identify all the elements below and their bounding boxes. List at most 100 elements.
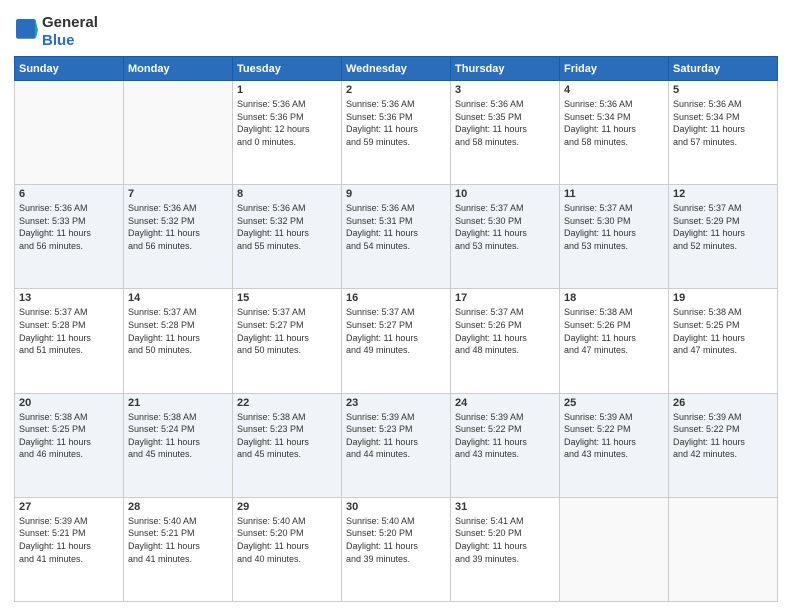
day-info: Sunrise: 5:38 AM Sunset: 5:25 PM Dayligh… [19, 411, 119, 461]
day-number: 6 [19, 188, 119, 200]
calendar-table: SundayMondayTuesdayWednesdayThursdayFrid… [14, 56, 778, 602]
calendar-cell: 12Sunrise: 5:37 AM Sunset: 5:29 PM Dayli… [669, 185, 778, 289]
day-number: 30 [346, 501, 446, 513]
calendar-cell: 30 Sunrise: 5:40 AM Sunset: 5:20 PM Dayli… [342, 497, 451, 601]
calendar-cell [15, 81, 124, 185]
calendar-week-row: 13 Sunrise: 5:37 AM Sunset: 5:28 PM Dayli… [15, 289, 778, 393]
day-info: Sunrise: 5:37 AM Sunset: 5:30 PM Dayligh… [564, 202, 664, 252]
day-info: Sunrise: 5:41 AM Sunset: 5:20 PM Dayligh… [455, 515, 555, 565]
calendar-cell: 19 Sunrise: 5:38 AM Sunset: 5:25 PM Dayli… [669, 289, 778, 393]
day-number: 19 [673, 292, 773, 304]
day-info: Sunrise: 5:36 AM Sunset: 5:34 PM Dayligh… [564, 98, 664, 148]
day-number: 22 [237, 397, 337, 409]
day-info: Sunrise: 5:38 AM Sunset: 5:26 PM Dayligh… [564, 306, 664, 356]
day-number: 26 [673, 397, 773, 409]
day-info: Sunrise: 5:36 AM Sunset: 5:32 PM Dayligh… [128, 202, 228, 252]
calendar-cell [669, 497, 778, 601]
calendar-cell: 11Sunrise: 5:37 AM Sunset: 5:30 PM Dayli… [560, 185, 669, 289]
day-info: Sunrise: 5:36 AM Sunset: 5:34 PM Dayligh… [673, 98, 773, 148]
day-info: Sunrise: 5:39 AM Sunset: 5:22 PM Dayligh… [564, 411, 664, 461]
day-number: 31 [455, 501, 555, 513]
day-number: 4 [564, 84, 664, 96]
day-info: Sunrise: 5:40 AM Sunset: 5:20 PM Dayligh… [346, 515, 446, 565]
weekday-header-friday: Friday [560, 57, 669, 81]
calendar-cell: 8 Sunrise: 5:36 AM Sunset: 5:32 PM Daylig… [233, 185, 342, 289]
calendar-cell: 18 Sunrise: 5:38 AM Sunset: 5:26 PM Dayli… [560, 289, 669, 393]
calendar-cell [124, 81, 233, 185]
calendar-cell: 23 Sunrise: 5:39 AM Sunset: 5:23 PM Dayli… [342, 393, 451, 497]
calendar-header-row: SundayMondayTuesdayWednesdayThursdayFrid… [15, 57, 778, 81]
day-number: 14 [128, 292, 228, 304]
day-number: 17 [455, 292, 555, 304]
calendar-cell: 21Sunrise: 5:38 AM Sunset: 5:24 PM Dayli… [124, 393, 233, 497]
day-info: Sunrise: 5:40 AM Sunset: 5:20 PM Dayligh… [237, 515, 337, 565]
day-number: 7 [128, 188, 228, 200]
calendar-cell: 24 Sunrise: 5:39 AM Sunset: 5:22 PM Dayli… [451, 393, 560, 497]
day-number: 23 [346, 397, 446, 409]
calendar-cell: 16 Sunrise: 5:37 AM Sunset: 5:27 PM Dayli… [342, 289, 451, 393]
day-number: 20 [19, 397, 119, 409]
day-number: 13 [19, 292, 119, 304]
calendar-week-row: 20 Sunrise: 5:38 AM Sunset: 5:25 PM Dayli… [15, 393, 778, 497]
calendar-week-row: 6 Sunrise: 5:36 AM Sunset: 5:33 PM Daylig… [15, 185, 778, 289]
day-number: 2 [346, 84, 446, 96]
day-number: 3 [455, 84, 555, 96]
calendar-cell: 22Sunrise: 5:38 AM Sunset: 5:23 PM Dayli… [233, 393, 342, 497]
day-number: 8 [237, 188, 337, 200]
logo-text-line1: General [42, 14, 98, 32]
calendar-cell: 1 Sunrise: 5:36 AM Sunset: 5:36 PM Daylig… [233, 81, 342, 185]
logo-icon [16, 19, 38, 41]
day-info: Sunrise: 5:36 AM Sunset: 5:36 PM Dayligh… [237, 98, 337, 148]
day-number: 24 [455, 397, 555, 409]
page: General Blue SundayMondayTuesdayWednesda… [0, 0, 792, 612]
logo: General Blue [14, 14, 98, 50]
day-info: Sunrise: 5:39 AM Sunset: 5:22 PM Dayligh… [673, 411, 773, 461]
calendar-week-row: 1 Sunrise: 5:36 AM Sunset: 5:36 PM Daylig… [15, 81, 778, 185]
calendar-cell: 4 Sunrise: 5:36 AM Sunset: 5:34 PM Daylig… [560, 81, 669, 185]
weekday-header-thursday: Thursday [451, 57, 560, 81]
day-info: Sunrise: 5:36 AM Sunset: 5:35 PM Dayligh… [455, 98, 555, 148]
day-info: Sunrise: 5:37 AM Sunset: 5:28 PM Dayligh… [19, 306, 119, 356]
weekday-header-sunday: Sunday [15, 57, 124, 81]
calendar-cell: 27Sunrise: 5:39 AM Sunset: 5:21 PM Dayli… [15, 497, 124, 601]
calendar-cell: 6 Sunrise: 5:36 AM Sunset: 5:33 PM Daylig… [15, 185, 124, 289]
calendar-cell: 7 Sunrise: 5:36 AM Sunset: 5:32 PM Daylig… [124, 185, 233, 289]
logo-text-line2: Blue [42, 32, 98, 50]
day-info: Sunrise: 5:39 AM Sunset: 5:21 PM Dayligh… [19, 515, 119, 565]
day-number: 5 [673, 84, 773, 96]
calendar-week-row: 27Sunrise: 5:39 AM Sunset: 5:21 PM Dayli… [15, 497, 778, 601]
day-info: Sunrise: 5:38 AM Sunset: 5:25 PM Dayligh… [673, 306, 773, 356]
day-number: 1 [237, 84, 337, 96]
day-number: 15 [237, 292, 337, 304]
day-number: 21 [128, 397, 228, 409]
day-info: Sunrise: 5:37 AM Sunset: 5:27 PM Dayligh… [346, 306, 446, 356]
day-number: 9 [346, 188, 446, 200]
day-number: 29 [237, 501, 337, 513]
day-info: Sunrise: 5:36 AM Sunset: 5:32 PM Dayligh… [237, 202, 337, 252]
day-number: 18 [564, 292, 664, 304]
day-number: 10 [455, 188, 555, 200]
day-number: 16 [346, 292, 446, 304]
calendar-cell: 10 Sunrise: 5:37 AM Sunset: 5:30 PM Dayli… [451, 185, 560, 289]
day-info: Sunrise: 5:37 AM Sunset: 5:27 PM Dayligh… [237, 306, 337, 356]
calendar-cell: 31 Sunrise: 5:41 AM Sunset: 5:20 PM Dayli… [451, 497, 560, 601]
weekday-header-wednesday: Wednesday [342, 57, 451, 81]
weekday-header-saturday: Saturday [669, 57, 778, 81]
day-info: Sunrise: 5:40 AM Sunset: 5:21 PM Dayligh… [128, 515, 228, 565]
calendar-cell: 15 Sunrise: 5:37 AM Sunset: 5:27 PM Dayli… [233, 289, 342, 393]
calendar-cell [560, 497, 669, 601]
calendar-cell: 20 Sunrise: 5:38 AM Sunset: 5:25 PM Dayli… [15, 393, 124, 497]
calendar-cell: 17 Sunrise: 5:37 AM Sunset: 5:26 PM Dayli… [451, 289, 560, 393]
calendar-cell: 2 Sunrise: 5:36 AM Sunset: 5:36 PM Daylig… [342, 81, 451, 185]
day-info: Sunrise: 5:36 AM Sunset: 5:31 PM Dayligh… [346, 202, 446, 252]
day-info: Sunrise: 5:37 AM Sunset: 5:29 PM Dayligh… [673, 202, 773, 252]
day-info: Sunrise: 5:36 AM Sunset: 5:36 PM Dayligh… [346, 98, 446, 148]
day-info: Sunrise: 5:37 AM Sunset: 5:28 PM Dayligh… [128, 306, 228, 356]
weekday-header-monday: Monday [124, 57, 233, 81]
day-info: Sunrise: 5:37 AM Sunset: 5:26 PM Dayligh… [455, 306, 555, 356]
calendar-cell: 26 Sunrise: 5:39 AM Sunset: 5:22 PM Dayli… [669, 393, 778, 497]
day-info: Sunrise: 5:39 AM Sunset: 5:23 PM Dayligh… [346, 411, 446, 461]
day-info: Sunrise: 5:36 AM Sunset: 5:33 PM Dayligh… [19, 202, 119, 252]
day-info: Sunrise: 5:37 AM Sunset: 5:30 PM Dayligh… [455, 202, 555, 252]
day-info: Sunrise: 5:39 AM Sunset: 5:22 PM Dayligh… [455, 411, 555, 461]
